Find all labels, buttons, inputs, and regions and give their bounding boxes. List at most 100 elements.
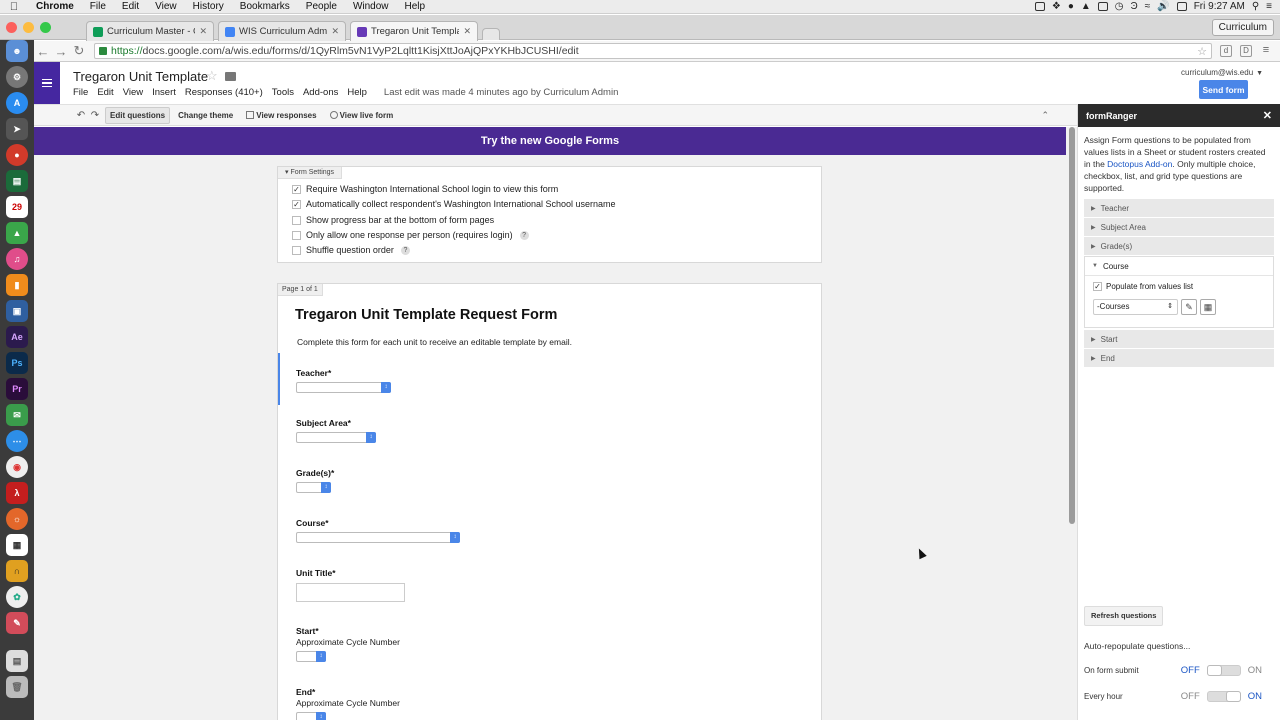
browser-tab-curriculum-master[interactable]: Curriculum Master - Google ✕ xyxy=(86,21,214,41)
minimize-window-icon[interactable] xyxy=(23,22,34,33)
profile-button[interactable]: Curriculum xyxy=(1211,19,1274,36)
close-icon[interactable]: ✕ xyxy=(1263,109,1272,122)
after-effects-icon[interactable]: Ae xyxy=(6,326,28,348)
accordion-grades[interactable]: ▶ Grade(s) xyxy=(1084,237,1274,256)
menubar-item-edit[interactable]: Edit xyxy=(114,1,147,12)
notification-center-icon[interactable]: ≡ xyxy=(1266,1,1272,12)
dropbox-icon[interactable]: ❖ xyxy=(1052,1,1061,12)
send-form-button[interactable]: Send form xyxy=(1199,80,1248,99)
zoom-window-icon[interactable] xyxy=(40,22,51,33)
menubar-app-name[interactable]: Chrome xyxy=(28,1,82,12)
question-unit-title[interactable]: Unit Title* xyxy=(296,568,405,602)
accordion-subject-area[interactable]: ▶ Subject Area xyxy=(1084,218,1274,237)
photoshop-icon[interactable]: Ps xyxy=(6,352,28,374)
activity-monitor-icon[interactable]: ▤ xyxy=(6,170,28,192)
menu-insert[interactable]: Insert xyxy=(152,87,182,98)
menubar-clock[interactable]: Fri 9:27 AM xyxy=(1194,1,1245,12)
menu-edit[interactable]: Edit xyxy=(97,87,119,98)
accordion-teacher[interactable]: ▶ Teacher xyxy=(1084,199,1274,218)
question-course[interactable]: Course* ↕ xyxy=(296,518,460,543)
edit-pencil-icon[interactable]: ✎ xyxy=(1181,299,1197,315)
new-tab-button[interactable] xyxy=(482,28,500,40)
help-icon[interactable]: ? xyxy=(400,245,410,255)
subject-area-dropdown[interactable]: ↕ xyxy=(296,432,376,443)
checkbox-checked[interactable]: ✓ xyxy=(292,184,301,194)
color-picker-icon[interactable]: ✿ xyxy=(6,586,28,608)
accordion-end[interactable]: ▶ End xyxy=(1084,349,1274,368)
time-machine-icon[interactable]: ◷ xyxy=(1115,1,1124,12)
reload-icon[interactable]: ↻ xyxy=(70,43,88,59)
menubar-item-file[interactable]: File xyxy=(82,1,114,12)
spotlight-search-icon[interactable]: ⚲ xyxy=(1252,1,1259,12)
itunes-icon[interactable]: ♫ xyxy=(6,248,28,270)
launchpad-icon[interactable]: ➤ xyxy=(6,118,28,140)
help-icon[interactable]: ? xyxy=(519,230,529,240)
toggle-on-text[interactable]: ON xyxy=(1248,691,1262,702)
account-switcher[interactable]: curriculum@wis.edu ▼ xyxy=(1181,68,1263,77)
course-dropdown[interactable]: ↕ xyxy=(296,532,460,543)
menubar-item-bookmarks[interactable]: Bookmarks xyxy=(232,1,298,12)
photo-booth-icon[interactable]: ● xyxy=(6,144,28,166)
question-teacher[interactable]: Teacher* ↕ xyxy=(296,368,391,393)
app-menu-button[interactable] xyxy=(34,62,60,104)
back-arrow-icon[interactable]: ← xyxy=(34,44,52,59)
menu-view[interactable]: View xyxy=(123,87,149,98)
browser-tab-tregaron-unit-template[interactable]: Tregaron Unit Template - G ✕ xyxy=(350,21,478,41)
change-theme-button[interactable]: Change theme xyxy=(173,107,238,124)
document-title[interactable]: Tregaron Unit Template xyxy=(73,69,208,84)
forward-arrow-icon[interactable]: → xyxy=(52,44,70,59)
refresh-questions-button[interactable]: Refresh questions xyxy=(1084,606,1164,626)
evernote-icon[interactable]: ● xyxy=(1068,1,1074,12)
url-input[interactable]: https:// docs.google.com/a/wis.edu/forms… xyxy=(94,43,1212,59)
messages-icon[interactable]: ✉ xyxy=(6,404,28,426)
question-start[interactable]: Start* Approximate Cycle Number ↕ xyxy=(296,626,400,662)
scrivener-icon[interactable]: ∩ xyxy=(6,560,28,582)
undo-icon[interactable]: ↶ xyxy=(74,110,88,121)
toggle-on-text[interactable]: ON xyxy=(1248,665,1262,676)
firefox-icon[interactable]: ☼ xyxy=(6,508,28,530)
checkbox-checked[interactable]: ✓ xyxy=(292,199,301,209)
ibooks-icon[interactable]: ▮ xyxy=(6,274,28,296)
acrobat-icon[interactable]: λ xyxy=(6,482,28,504)
question-subject-area[interactable]: Subject Area* ↕ xyxy=(296,418,376,443)
star-icon[interactable]: ☆ xyxy=(206,68,218,84)
setting-shuffle-questions[interactable]: Shuffle question order? xyxy=(292,245,410,255)
toggle-switch[interactable] xyxy=(1206,691,1241,702)
setting-one-response[interactable]: Only allow one response per person (requ… xyxy=(292,230,529,240)
grades-dropdown[interactable]: ↕ xyxy=(296,482,331,493)
close-tab-icon[interactable]: ✕ xyxy=(199,26,207,37)
menubar-item-view[interactable]: View xyxy=(147,1,185,12)
browser-tab-wis-curriculum-admin[interactable]: WIS Curriculum Admin - Go ✕ xyxy=(218,21,346,41)
battery-icon[interactable] xyxy=(1176,2,1187,11)
extension-icon[interactable]: d xyxy=(1220,45,1232,57)
populate-checkbox-row[interactable]: ✓ Populate from values list xyxy=(1093,282,1265,291)
doctopus-extension-icon[interactable]: D xyxy=(1240,45,1252,57)
form-settings-header[interactable]: ▾ Form Settings xyxy=(278,167,343,179)
camera-icon[interactable] xyxy=(1034,2,1045,11)
chrome-icon[interactable]: ◉ xyxy=(6,456,28,478)
toggle-off-text[interactable]: OFF xyxy=(1181,665,1200,676)
hangouts-icon[interactable]: ⋯ xyxy=(6,430,28,452)
new-forms-banner[interactable]: Try the new Google Forms xyxy=(34,127,1066,155)
toggle-switch[interactable] xyxy=(1206,665,1241,676)
last-edit-status[interactable]: Last edit was made 4 minutes ago by Curr… xyxy=(384,87,624,98)
menubar-item-people[interactable]: People xyxy=(298,1,345,12)
finder-icon[interactable]: ☻ xyxy=(6,40,28,62)
checkbox-unchecked[interactable] xyxy=(292,245,301,255)
premiere-icon[interactable]: Pr xyxy=(6,378,28,400)
drive-icon[interactable]: ▲ xyxy=(1081,1,1091,12)
close-tab-icon[interactable]: ✕ xyxy=(463,26,471,37)
close-tab-icon[interactable]: ✕ xyxy=(331,26,339,37)
end-dropdown[interactable]: ↕ xyxy=(296,712,326,720)
volume-icon[interactable]: 🔊 xyxy=(1157,1,1169,12)
system-preferences-icon[interactable]: ⚙ xyxy=(6,66,28,88)
menu-file[interactable]: File xyxy=(73,87,94,98)
accordion-start[interactable]: ▶ Start xyxy=(1084,330,1274,349)
question-grades[interactable]: Grade(s)* ↕ xyxy=(296,468,334,493)
app-store-icon[interactable]: A xyxy=(6,92,28,114)
menubar-item-help[interactable]: Help xyxy=(397,1,434,12)
view-responses-button[interactable]: View responses xyxy=(241,107,321,124)
app-grid-icon[interactable]: ▦ xyxy=(6,534,28,556)
evernote-dock-icon[interactable]: ▲ xyxy=(6,222,28,244)
notes-app-icon[interactable]: ✎ xyxy=(6,612,28,634)
